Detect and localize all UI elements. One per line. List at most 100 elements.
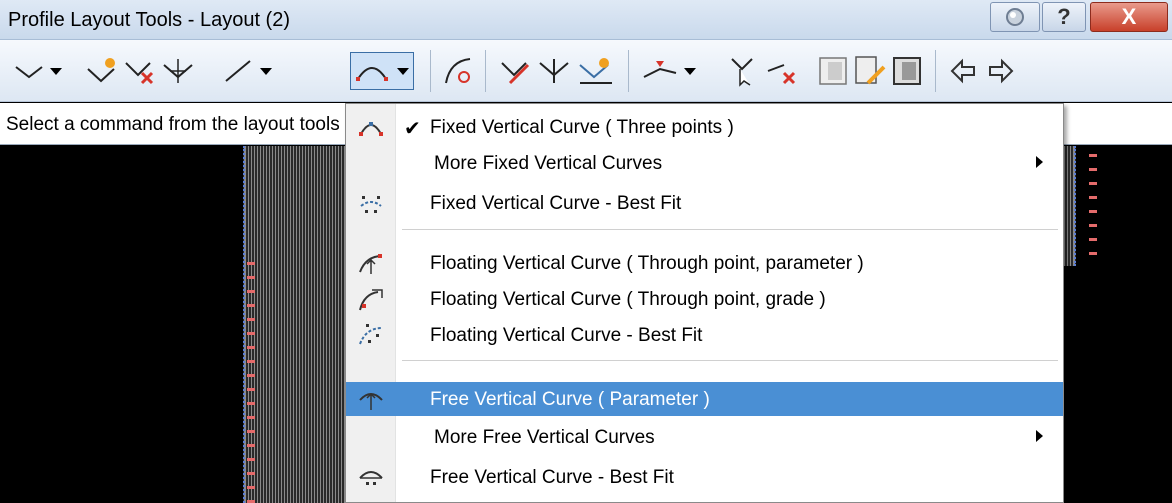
edit-pvi-icon — [501, 62, 530, 85]
vertical-curve-menu: ✔ Fixed Vertical Curve ( Three points ) … — [345, 103, 1064, 503]
menu-item-fixed-curve-best-fit[interactable]: Fixed Vertical Curve - Best Fit — [346, 186, 1063, 220]
check-icon: ✔ — [404, 118, 421, 140]
menu-item-more-free-curves[interactable]: More Free Vertical Curves — [346, 420, 1063, 454]
grid-tick-mark — [247, 332, 255, 335]
chevron-down-icon — [50, 67, 62, 75]
delete-pvi-icon — [125, 62, 154, 85]
grade-icon — [643, 61, 677, 78]
insert-pvi-icon — [87, 58, 115, 83]
grid-tick-mark — [247, 276, 255, 279]
grid-tick-mark — [1089, 210, 1097, 213]
toolbar — [0, 40, 1172, 102]
edit-pvi-button[interactable] — [500, 54, 532, 88]
vertical-curve-icon — [356, 67, 388, 81]
status-text: Select a command from the layout tools — [6, 114, 340, 135]
menu-item-fixed-curve-three-points[interactable]: ✔ Fixed Vertical Curve ( Three points ) — [346, 110, 1063, 144]
select-pvi-icon — [731, 58, 753, 87]
grid-tick-mark — [247, 444, 255, 447]
floating-curve-best-fit-icon — [359, 324, 383, 345]
curve-dropdown-button[interactable] — [350, 52, 414, 90]
floating-curve-grade-icon — [359, 289, 383, 311]
menu-separator — [402, 229, 1058, 230]
pin-icon — [1006, 8, 1024, 26]
grid-tick-mark — [247, 346, 255, 349]
grid-tick-mark — [247, 374, 255, 377]
pvi-dropdown-button[interactable] — [14, 54, 62, 88]
grid-tick-mark — [247, 458, 255, 461]
menu-item-label: Floating Vertical Curve ( Through point,… — [430, 253, 864, 274]
raise-lower-pvi-button[interactable] — [538, 54, 570, 88]
delete-entity-button[interactable] — [766, 54, 800, 88]
menu-item-label: More Fixed Vertical Curves — [434, 153, 663, 174]
pvi-editor-button[interactable] — [854, 54, 886, 88]
undo-button[interactable] — [948, 54, 978, 88]
menu-item-more-fixed-curves[interactable]: More Fixed Vertical Curves — [346, 146, 1063, 180]
grid-tick-mark — [1089, 224, 1097, 227]
insert-pvi-button[interactable] — [86, 54, 120, 88]
menu-separator — [402, 360, 1058, 361]
grid-tick-mark — [247, 486, 255, 489]
grid-view-icon — [819, 57, 847, 85]
grid-tick-mark — [247, 472, 255, 475]
delete-pvi-button[interactable] — [124, 54, 156, 88]
profile-grid-left — [243, 146, 345, 503]
help-icon: ? — [1057, 4, 1071, 29]
grid-tick-mark — [247, 430, 255, 433]
redo-button[interactable] — [986, 54, 1016, 88]
menu-item-label: More Free Vertical Curves — [434, 427, 655, 448]
window-title: Profile Layout Tools - Layout (2) — [8, 9, 291, 31]
grid-tick-mark — [1089, 252, 1097, 255]
move-pvi-button[interactable] — [162, 54, 194, 88]
fixed-curve-three-points-icon — [359, 122, 383, 136]
select-pvi-button[interactable] — [728, 54, 760, 88]
grid-tick-mark — [247, 402, 255, 405]
entity-editor-button[interactable] — [818, 54, 848, 88]
pvi-icon — [15, 66, 43, 79]
move-pvi-icon — [163, 59, 193, 83]
grid-tick-mark — [1089, 196, 1097, 199]
pin-button[interactable] — [990, 2, 1040, 32]
grid-tick-mark — [247, 318, 255, 321]
grid-tick-mark — [247, 360, 255, 363]
free-curve-best-fit-icon — [359, 471, 383, 485]
copy-profile-button[interactable] — [578, 54, 614, 88]
menu-item-free-curve-parameter[interactable]: Free Vertical Curve ( Parameter ) — [346, 382, 1063, 416]
menu-item-free-curve-best-fit[interactable]: Free Vertical Curve - Best Fit — [346, 460, 1063, 494]
grid-tick-mark — [1089, 182, 1097, 185]
close-button[interactable]: X — [1090, 2, 1168, 32]
tangent-icon — [225, 60, 251, 82]
chevron-right-icon — [1036, 430, 1043, 442]
grid-tick-mark — [247, 388, 255, 391]
menu-item-label: Floating Vertical Curve - Best Fit — [430, 325, 703, 346]
grid-tick-mark — [247, 416, 255, 419]
grid-tick-mark — [247, 290, 255, 293]
menu-item-label: Floating Vertical Curve ( Through point,… — [430, 289, 826, 310]
curve-reverse-button[interactable] — [442, 54, 474, 88]
undo-icon — [950, 58, 975, 84]
menu-item-floating-curve-parameter[interactable]: Floating Vertical Curve ( Through point,… — [346, 246, 1063, 280]
menu-item-label: Fixed Vertical Curve ( Three points ) — [430, 117, 734, 138]
floating-curve-parameter-icon — [359, 254, 383, 274]
panorama-button[interactable] — [892, 54, 922, 88]
tangent-dropdown-button[interactable] — [222, 54, 272, 88]
grid-tick-mark — [1089, 168, 1097, 171]
grid-tick-mark — [1089, 238, 1097, 241]
chevron-down-icon — [684, 67, 696, 75]
grade-dropdown-button[interactable] — [642, 54, 696, 88]
menu-item-label: Free Vertical Curve ( Parameter ) — [430, 389, 710, 410]
edit-table-icon — [855, 56, 886, 85]
close-icon: X — [1121, 4, 1137, 29]
chevron-down-icon — [397, 67, 409, 75]
raise-lower-icon — [539, 59, 569, 83]
menu-item-label: Fixed Vertical Curve - Best Fit — [430, 193, 682, 214]
title-bar: Profile Layout Tools - Layout (2) ? X — [0, 0, 1172, 40]
chevron-down-icon — [260, 67, 272, 75]
help-button[interactable]: ? — [1042, 2, 1086, 32]
menu-item-floating-curve-grade[interactable]: Floating Vertical Curve ( Through point,… — [346, 282, 1063, 316]
panorama-icon — [893, 57, 921, 85]
redo-icon — [989, 58, 1014, 84]
free-curve-parameter-icon — [359, 392, 383, 410]
menu-item-floating-curve-best-fit[interactable]: Floating Vertical Curve - Best Fit — [346, 318, 1063, 352]
menu-item-label: Free Vertical Curve - Best Fit — [430, 467, 674, 488]
chevron-right-icon — [1036, 156, 1043, 168]
